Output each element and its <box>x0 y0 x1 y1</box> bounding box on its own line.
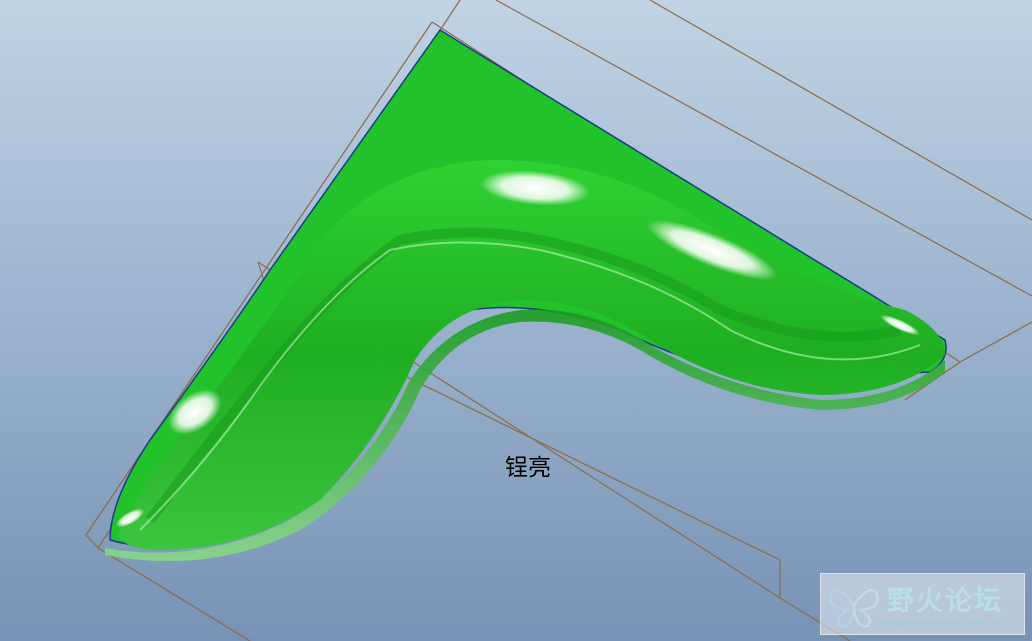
watermark-url: www.proewildfire.cn <box>881 616 1002 630</box>
model-annotation-label: 锃亮 <box>505 455 551 481</box>
model-scene[interactable] <box>0 0 1032 641</box>
model-raised-bead[interactable] <box>118 159 945 550</box>
butterfly-logo-icon <box>829 588 879 628</box>
watermark-title: 野火论坛 <box>887 586 1003 617</box>
watermark: 野火论坛 www.proewildfire.cn <box>820 573 1025 635</box>
graphics-viewport[interactable]: 锃亮 野火论坛 www.proewildfire.cn <box>0 0 1032 641</box>
